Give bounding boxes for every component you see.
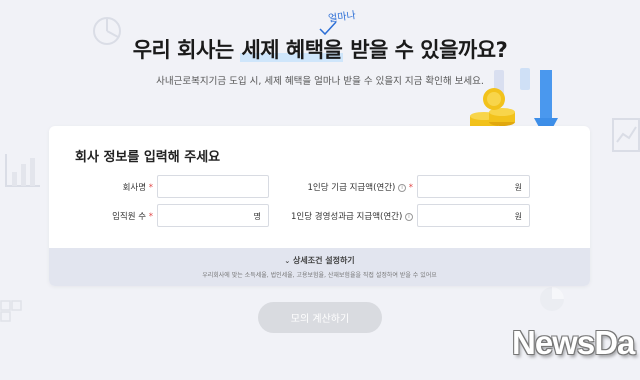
incentive-pay-field[interactable]: 원 [417,204,530,229]
page-title: 우리 회사는 세제 혜택을 받을 수 있을까요? [0,34,640,64]
company-name-label: 회사명 * [122,183,153,193]
incentive-pay-label: 1인당 경영성과급 지급액(연간) i [249,210,413,222]
detail-settings-toggle[interactable]: ⌄ 상세조건 설정하기 [49,255,590,266]
base-pay-input[interactable] [418,178,529,200]
bar-chart-deco-icon [5,154,40,187]
base-pay-label: 1인당 기급 지급액(연간) i * [307,183,413,193]
line-chart-deco-icon [612,118,640,152]
info-icon[interactable]: i [398,184,407,192]
detail-settings-band: ⌄ 상세조건 설정하기 우리회사에 맞는 소득세율, 법인세율, 고용보험율, … [49,248,590,286]
chevron-down-icon: ⌄ [284,257,291,265]
incentive-pay-input[interactable] [418,207,529,229]
base-pay-field[interactable]: 원 [417,175,530,200]
grid-deco-icon [0,300,22,322]
newsda-watermark-logo: NewsDa [512,324,635,361]
detail-settings-note: 우리회사에 맞는 소득세율, 법인세율, 고용보험율, 산재보험율을 직접 설정… [202,272,437,279]
unit-label: 원 [514,183,522,192]
form-title: 회사 정보를 입력해 주세요 [75,150,221,165]
info-icon[interactable]: i [405,213,413,221]
calculate-button[interactable]: 모의 계산하기 [258,302,382,333]
title-part-1: 우리 회사는 [132,38,241,62]
unit-label: 원 [514,212,522,221]
detail-toggle-label: 상세조건 설정하기 [293,256,355,265]
title-part-2: 받을 수 있을까요? [343,38,508,62]
required-mark: * [408,183,413,193]
company-name-input[interactable] [158,178,268,200]
page-subtitle: 사내근로복지기금 도입 시, 세제 혜택을 얼마나 받을 수 있을지 지금 확인… [156,76,484,87]
company-name-field[interactable] [157,175,269,200]
required-mark: * [148,212,153,222]
pie-chart-deco-icon-2 [540,287,564,311]
required-mark: * [148,183,153,193]
company-info-card: 회사 정보를 입력해 주세요 회사명 * 임직원 수 * 명 1인당 기급 지급… [49,126,590,286]
title-highlight: 세제 혜택을 [240,38,344,62]
employee-count-label: 임직원 수 * [112,212,153,222]
